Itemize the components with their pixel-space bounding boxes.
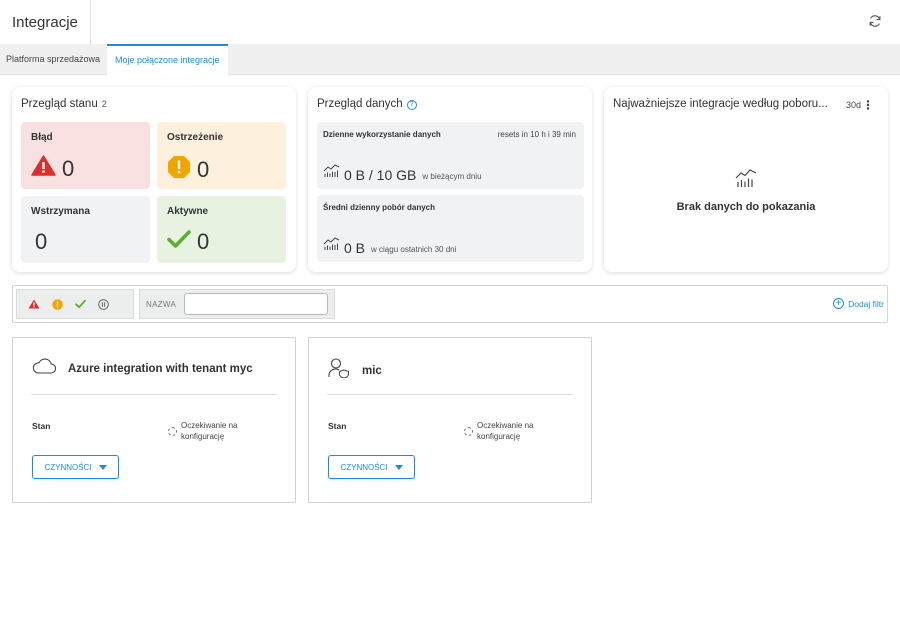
refresh-icon[interactable] — [868, 14, 884, 30]
state-value: Oczekiwanie na konfigurację — [168, 420, 237, 442]
daily-usage-value: 0 B / 10 GB — [344, 167, 417, 183]
usage-chart-icon — [323, 164, 340, 183]
actions-label: CZYNNOŚCI — [340, 462, 388, 472]
actions-dropdown-button[interactable]: CZYNNOŚCI — [328, 455, 415, 479]
status-error-tile[interactable]: Błąd 0 — [21, 122, 150, 189]
status-active-tile[interactable]: Aktywne 0 — [157, 196, 286, 263]
data-overview-title: Przegląd danych? — [317, 98, 417, 110]
status-warning-label: Ostrzeżenie — [167, 132, 224, 143]
average-usage-unit: w ciągu ostatnich 30 dni — [371, 245, 457, 254]
status-warning-value: 0 — [197, 157, 210, 182]
daily-reset-text: resets in 10 h i 39 min — [497, 130, 576, 139]
chevron-down-icon — [98, 464, 107, 470]
page-title: Integracje — [12, 14, 78, 31]
data-overview-card: Przegląd danych? Dzienne wykorzystanie d… — [308, 87, 592, 272]
daily-usage-unit: w bieżącym dniu — [422, 172, 482, 181]
state-value-line2: konfigurację — [477, 432, 521, 441]
pending-icon — [168, 427, 177, 436]
integration-card: Azure integration with tenant myc Stan O… — [12, 337, 296, 503]
status-title-text: Przegląd stanu — [21, 98, 98, 110]
status-filter-group — [16, 289, 134, 319]
actions-label: CZYNNOŚCI — [44, 462, 92, 472]
filter-bar: NAZWA + Dodaj filtr — [12, 285, 888, 323]
add-filter-label: Dodaj filtr — [848, 298, 884, 309]
daily-usage-box: Dzienne wykorzystanie danych resets in 1… — [317, 122, 584, 189]
checkmark-icon — [167, 229, 191, 255]
user-shield-icon — [328, 358, 350, 383]
chevron-down-icon — [394, 464, 403, 470]
integration-card: mic Stan Oczekiwanie na konfigurację CZY… — [308, 337, 592, 503]
empty-state-text: Brak danych do pokazania — [676, 201, 816, 213]
state-label: Stan — [328, 421, 347, 431]
status-active-label: Aktywne — [167, 206, 209, 217]
state-value-line1: Oczekiwanie na — [477, 421, 534, 430]
info-icon[interactable]: ? — [406, 100, 417, 110]
usage-chart-icon — [735, 168, 757, 193]
name-filter-input[interactable] — [184, 293, 328, 315]
filter-error-icon[interactable] — [28, 299, 40, 309]
status-paused-value: 0 — [35, 229, 48, 254]
main-content: Przegląd stanu 2 Błąd 0 Ostrzeżenie 0 Ws… — [0, 75, 900, 633]
average-usage-box: Średni dzienny pobór danych 0 B w ciągu … — [317, 195, 584, 262]
integration-name[interactable]: mic — [362, 365, 382, 377]
average-usage-value: 0 B — [344, 240, 366, 256]
filter-warning-icon[interactable] — [52, 299, 63, 310]
tab-bar: Platforma sprzedażowa Moje połączone int… — [0, 44, 900, 76]
state-label: Stan — [32, 421, 51, 431]
status-overview-title: Przegląd stanu 2 — [21, 98, 107, 110]
usage-chart-icon — [323, 237, 340, 256]
status-error-value: 0 — [62, 155, 75, 181]
status-active-value: 0 — [197, 229, 210, 254]
error-triangle-icon — [31, 155, 56, 182]
divider — [327, 394, 573, 395]
tab-marketplace[interactable]: Platforma sprzedażowa — [0, 44, 106, 75]
status-count: 2 — [101, 99, 107, 109]
tab-my-integrations[interactable]: Moje połączone integracje — [107, 44, 228, 76]
status-paused-tile[interactable]: Wstrzymana 0 — [21, 196, 150, 263]
divider — [31, 394, 277, 395]
data-overview-title-text: Przegląd danych — [317, 98, 403, 110]
state-value-line2: konfigurację — [181, 432, 225, 441]
cloud-icon — [32, 358, 57, 379]
add-filter-button[interactable]: + Dodaj filtr — [833, 298, 884, 309]
filter-paused-icon[interactable] — [98, 298, 109, 310]
daily-usage-label: Dzienne wykorzystanie danych — [323, 130, 441, 139]
top-integrations-card: Najważniejsze integracje według poboru..… — [604, 87, 888, 272]
integration-name[interactable]: Azure integration with tenant myc — [68, 363, 253, 375]
title-box: Integracje — [0, 0, 91, 44]
status-overview-card: Przegląd stanu 2 Błąd 0 Ostrzeżenie 0 Ws… — [12, 87, 296, 272]
state-value: Oczekiwanie na konfigurację — [464, 420, 533, 442]
status-paused-label: Wstrzymana — [31, 206, 90, 217]
filter-active-icon[interactable] — [75, 299, 86, 309]
status-error-label: Błąd — [31, 132, 53, 143]
period-selector[interactable]: 30d — [846, 100, 861, 110]
actions-dropdown-button[interactable]: CZYNNOŚCI — [32, 455, 119, 479]
name-filter-label: NAZWA — [146, 300, 177, 309]
warning-circle-icon — [167, 155, 191, 185]
average-usage-label: Średni dzienny pobór danych — [323, 203, 436, 212]
pending-icon — [464, 427, 473, 436]
status-warning-tile[interactable]: Ostrzeżenie 0 — [157, 122, 286, 189]
app-header: Integracje — [0, 0, 900, 44]
add-circle-icon: + — [833, 298, 845, 309]
more-options-icon[interactable]: ⋮ — [862, 98, 874, 112]
state-value-line1: Oczekiwanie na — [181, 421, 238, 430]
top-integrations-title: Najważniejsze integracje według poboru..… — [613, 98, 828, 110]
name-filter: NAZWA — [139, 289, 335, 319]
